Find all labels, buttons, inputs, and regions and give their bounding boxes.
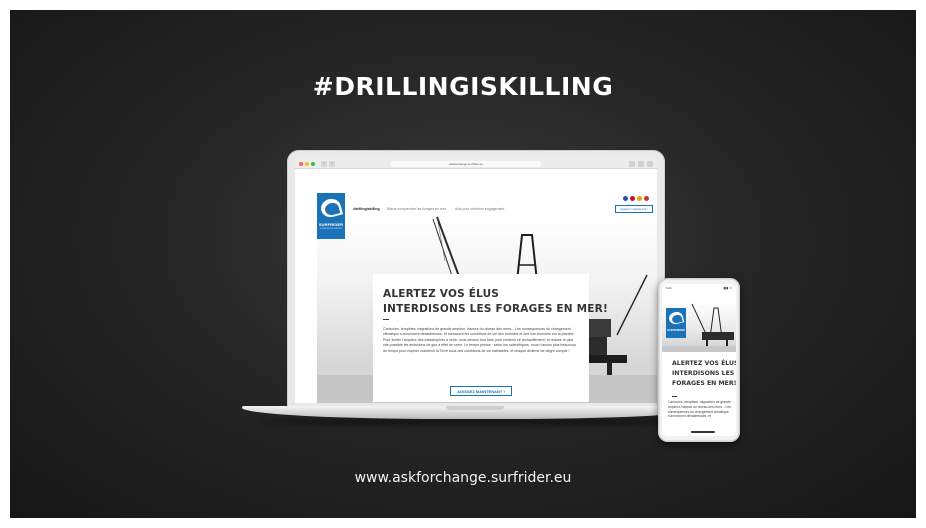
phone-surfrider-logo[interactable]: SURFRIDER xyxy=(666,308,686,338)
phone-logo-text: SURFRIDER xyxy=(667,328,685,332)
nav-link-understand[interactable]: Mieux comprendre les forages en mer xyxy=(387,207,446,211)
share-icon[interactable] xyxy=(629,161,635,167)
phone-clock: 9:41 xyxy=(666,286,672,290)
phone-title-line2: INTERDISONS LES xyxy=(672,370,735,377)
logo-brand-subtext: FOUNDATION EUROPE xyxy=(319,228,343,230)
hashtag-title: #DRILLINGISKILLING xyxy=(312,72,614,101)
card-body-text: Canicules, tempêtes, migrations de grand… xyxy=(383,327,577,353)
maximize-window-icon[interactable] xyxy=(311,162,315,166)
phone-title-line1: ALERTEZ VOS ÉLUS xyxy=(672,360,736,367)
phone-title-divider xyxy=(672,396,677,397)
browser-toolbar: ‹ › askforchange.surfrider.eu xyxy=(295,159,657,169)
title-divider xyxy=(383,319,389,320)
new-tab-icon[interactable] xyxy=(638,161,644,167)
campaign-card: ALERTEZ VOS ÉLUS INTERDISONS LES FORAGES… xyxy=(373,274,608,402)
phone-signal-icon: ▮▮▮ ▭ xyxy=(723,286,732,290)
flag-en-icon[interactable] xyxy=(623,196,628,201)
card-title-line1: ALERTEZ VOS ÉLUS xyxy=(383,288,500,300)
campaign-url[interactable]: www.askforchange.surfrider.eu xyxy=(10,470,916,486)
logo-brand-text: SURFRIDER xyxy=(318,222,344,227)
promo-background: #DRILLINGISKILLING ‹ › askforchange.surf… xyxy=(10,10,916,518)
forward-icon[interactable]: › xyxy=(329,161,335,167)
act-now-button[interactable]: AGISSEZ MAINTENANT ! xyxy=(450,386,512,396)
site-header xyxy=(295,169,657,203)
close-window-icon[interactable] xyxy=(299,162,303,166)
nav-link-engagement[interactable]: Avis pour info/mon engagement xyxy=(455,207,504,211)
address-bar[interactable]: askforchange.surfrider.eu xyxy=(391,161,541,167)
phone-screen: 9:41 ▮▮▮ ▭ SURFRIDER ALERTEZ VOS ÉLUS IN… xyxy=(662,284,736,436)
phone-title-line3: FORAGES EN MER! xyxy=(672,380,736,387)
flag-es-icon[interactable] xyxy=(644,196,649,201)
phone-body-text: Canicules, tempêtes, migrations de grand… xyxy=(668,400,731,419)
card-title-line2: INTERDISONS LES FORAGES EN MER! xyxy=(383,303,608,315)
surfrider-logo[interactable]: SURFRIDER FOUNDATION EUROPE xyxy=(317,193,345,239)
phone-mockup: 9:41 ▮▮▮ ▭ SURFRIDER ALERTEZ VOS ÉLUS IN… xyxy=(658,278,740,442)
flag-fr-icon[interactable] xyxy=(630,196,635,201)
header-cta-button[interactable]: Agissez maintenant ! xyxy=(615,205,653,213)
back-icon[interactable]: ‹ xyxy=(321,161,327,167)
minimize-window-icon[interactable] xyxy=(305,162,309,166)
flag-de-icon[interactable] xyxy=(637,196,642,201)
tabs-overview-icon[interactable] xyxy=(647,161,653,167)
home-indicator[interactable] xyxy=(691,431,715,433)
nav-link-hashtag[interactable]: #drillingiskilling xyxy=(353,207,380,211)
